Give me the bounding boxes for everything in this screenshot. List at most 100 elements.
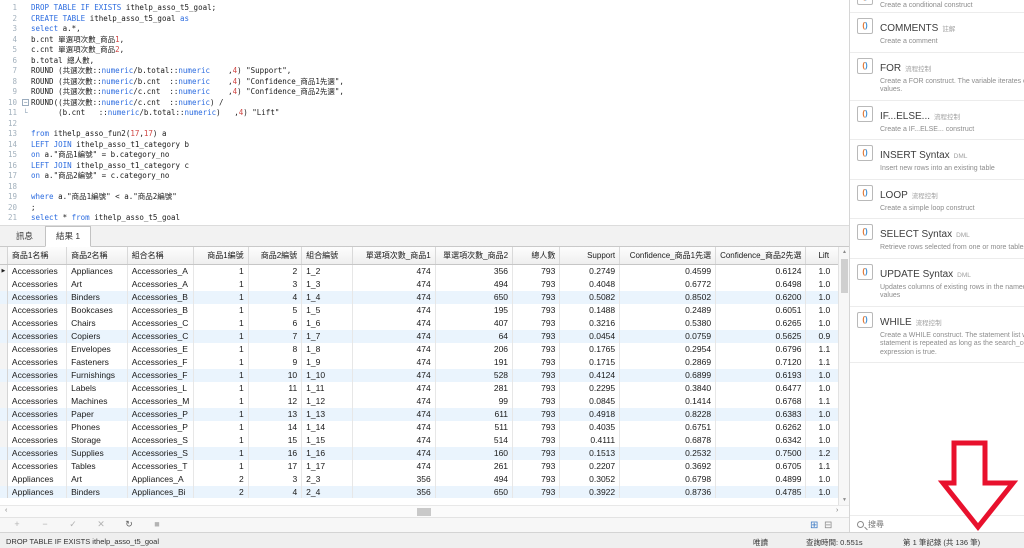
snippet-item-select-syntax[interactable]: () SELECT Syntax DML Retrieve rows selected… xyxy=(850,219,1024,259)
column-header[interactable]: 商品1編號 xyxy=(193,247,249,265)
column-header[interactable]: 單選項次數_商品1 xyxy=(352,247,436,265)
table-cell[interactable]: 0.3692 xyxy=(619,459,717,473)
table-cell[interactable]: 1_5 xyxy=(301,303,354,317)
table-cell[interactable]: 0.2954 xyxy=(619,342,717,356)
table-cell[interactable]: 494 xyxy=(435,277,514,291)
table-cell[interactable]: 0.8736 xyxy=(619,485,717,498)
table-cell[interactable]: 0.6878 xyxy=(619,433,717,447)
table-cell[interactable]: 0.2749 xyxy=(559,264,621,278)
table-cell[interactable]: 1 xyxy=(193,368,249,382)
table-cell[interactable]: 793 xyxy=(512,264,561,278)
table-cell[interactable]: 474 xyxy=(352,394,436,408)
table-row[interactable]: Accessories Furnishings Accessories_F 1 10 1_… xyxy=(0,368,849,382)
table-row[interactable]: ▶ Accessories Appliances Accessories_A 1 2 1_2… xyxy=(0,264,849,278)
table-cell[interactable]: 1 xyxy=(193,381,249,395)
table-cell[interactable]: 474 xyxy=(352,329,436,343)
table-row[interactable]: Accessories Chairs Accessories_C 1 6 1_6 474 40… xyxy=(0,316,849,330)
table-cell[interactable]: 793 xyxy=(512,355,561,369)
snippet-item-loop[interactable]: () LOOP 流程控制 Create a simple loop construct xyxy=(850,180,1024,219)
table-cell[interactable]: 1 xyxy=(193,355,249,369)
table-cell[interactable]: 611 xyxy=(435,407,514,421)
table-cell[interactable]: 1_6 xyxy=(301,316,354,330)
row-selector[interactable] xyxy=(0,342,8,356)
table-cell[interactable]: 0.1513 xyxy=(559,446,621,460)
table-cell[interactable]: Accessories xyxy=(7,420,68,434)
horizontal-scroll-thumb[interactable] xyxy=(417,508,431,516)
table-cell[interactable]: 793 xyxy=(512,407,561,421)
table-cell[interactable]: 4 xyxy=(248,290,303,304)
table-cell[interactable]: 11 xyxy=(248,381,303,395)
table-cell[interactable]: 1_4 xyxy=(301,290,354,304)
table-cell[interactable]: 0.4048 xyxy=(559,277,621,291)
table-cell[interactable]: 1_11 xyxy=(301,381,354,395)
table-cell[interactable]: Accessories xyxy=(7,290,68,304)
table-cell[interactable]: 1_16 xyxy=(301,446,354,460)
table-cell[interactable]: Chairs xyxy=(66,316,128,330)
snippet-item-update-syntax[interactable]: () UPDATE Syntax DML Updates columns of exi… xyxy=(850,259,1024,307)
column-header[interactable]: Confidence_商品2先選 xyxy=(715,247,807,265)
results-grid[interactable]: 商品1名稱 商品2名稱 組合名稱 商品1編號 商品2編號 組合編號 單選項次數_商品1 單選項… xyxy=(0,247,849,498)
table-cell[interactable]: 0.4111 xyxy=(559,433,621,447)
table-cell[interactable]: 0.6383 xyxy=(715,407,807,421)
table-cell[interactable]: 0.6262 xyxy=(715,420,807,434)
table-cell[interactable]: 1 xyxy=(193,277,249,291)
table-cell[interactable]: 0.1765 xyxy=(559,342,621,356)
table-row[interactable]: Accessories Supplies Accessories_S 1 16 1_16 4… xyxy=(0,446,849,460)
table-cell[interactable]: 1_17 xyxy=(301,459,354,473)
table-cell[interactable]: 511 xyxy=(435,420,514,434)
table-cell[interactable]: Accessories_F xyxy=(127,368,195,382)
table-cell[interactable]: Accessories xyxy=(7,459,68,473)
table-cell[interactable]: 650 xyxy=(435,290,514,304)
row-selector[interactable] xyxy=(0,485,8,498)
column-header[interactable]: 總人數 xyxy=(512,247,561,265)
add-record-button[interactable]: + xyxy=(10,519,24,529)
table-cell[interactable]: 793 xyxy=(512,368,561,382)
table-cell[interactable]: 1_10 xyxy=(301,368,354,382)
table-cell[interactable]: Accessories xyxy=(7,433,68,447)
row-selector[interactable] xyxy=(0,394,8,408)
table-cell[interactable]: Accessories_T xyxy=(127,459,195,473)
table-cell[interactable]: 1 xyxy=(193,303,249,317)
table-cell[interactable]: 0.6899 xyxy=(619,368,717,382)
table-cell[interactable]: Appliances xyxy=(7,472,68,486)
table-cell[interactable]: Bookcases xyxy=(66,303,128,317)
table-cell[interactable]: Fasteners xyxy=(66,355,128,369)
snippet-item-partial[interactable]: () Create a conditional construct xyxy=(850,0,1024,13)
table-cell[interactable]: Accessories xyxy=(7,316,68,330)
table-cell[interactable]: Appliances_A xyxy=(127,472,195,486)
table-cell[interactable]: 3 xyxy=(248,277,303,291)
refresh-button[interactable]: ↻ xyxy=(122,519,136,530)
table-cell[interactable]: Accessories_P xyxy=(127,407,195,421)
table-cell[interactable]: 0.3840 xyxy=(619,381,717,395)
table-cell[interactable]: 191 xyxy=(435,355,514,369)
tab-messages[interactable]: 訊息 xyxy=(6,227,43,246)
stop-button[interactable]: ■ xyxy=(150,519,164,529)
table-row[interactable]: Accessories Phones Accessories_P 1 14 1_14 474… xyxy=(0,420,849,434)
table-cell[interactable]: 1_14 xyxy=(301,420,354,434)
table-cell[interactable]: 1 xyxy=(193,459,249,473)
table-row[interactable]: Accessories Envelopes Accessories_E 1 8 1_8 47… xyxy=(0,342,849,356)
row-selector[interactable] xyxy=(0,446,8,460)
table-cell[interactable]: Accessories_A xyxy=(127,277,195,291)
row-selector[interactable] xyxy=(0,459,8,473)
table-cell[interactable]: Accessories xyxy=(7,342,68,356)
table-cell[interactable]: Accessories xyxy=(7,303,68,317)
table-cell[interactable]: 0.1715 xyxy=(559,355,621,369)
table-cell[interactable]: 0.2869 xyxy=(619,355,717,369)
row-selector[interactable] xyxy=(0,368,8,382)
row-selector[interactable] xyxy=(0,407,8,421)
table-cell[interactable]: 793 xyxy=(512,394,561,408)
table-cell[interactable]: 14 xyxy=(248,420,303,434)
table-cell[interactable]: 0.4918 xyxy=(559,407,621,421)
table-cell[interactable]: 2 xyxy=(248,264,303,278)
table-cell[interactable]: 793 xyxy=(512,329,561,343)
table-cell[interactable]: 356 xyxy=(352,485,436,498)
table-cell[interactable]: 0.4899 xyxy=(715,472,807,486)
table-cell[interactable]: Accessories xyxy=(7,446,68,460)
table-cell[interactable]: 793 xyxy=(512,446,561,460)
table-cell[interactable]: Accessories xyxy=(7,277,68,291)
row-selector[interactable] xyxy=(0,277,8,291)
table-cell[interactable]: Binders xyxy=(66,485,128,498)
table-cell[interactable]: 474 xyxy=(352,290,436,304)
table-cell[interactable]: 1_2 xyxy=(301,264,354,278)
